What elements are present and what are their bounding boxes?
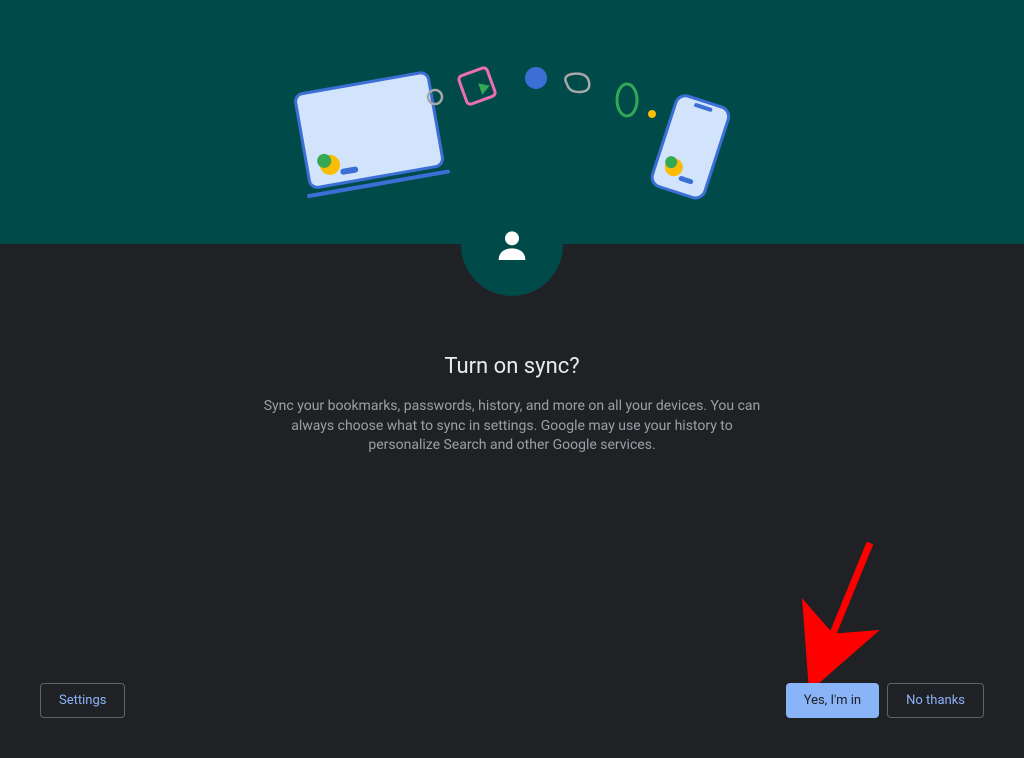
person-icon — [492, 225, 532, 265]
profile-avatar — [461, 194, 563, 296]
footer-actions: Yes, I'm in No thanks — [786, 683, 984, 718]
annotation-arrow — [800, 538, 890, 683]
dialog-footer: Settings Yes, I'm in No thanks — [0, 683, 1024, 718]
dialog-description: Sync your bookmarks, passwords, history,… — [257, 397, 767, 456]
settings-button[interactable]: Settings — [40, 683, 125, 718]
no-thanks-button[interactable]: No thanks — [887, 683, 984, 718]
yes-im-in-button[interactable]: Yes, I'm in — [786, 683, 879, 718]
dialog-title: Turn on sync? — [444, 354, 579, 379]
